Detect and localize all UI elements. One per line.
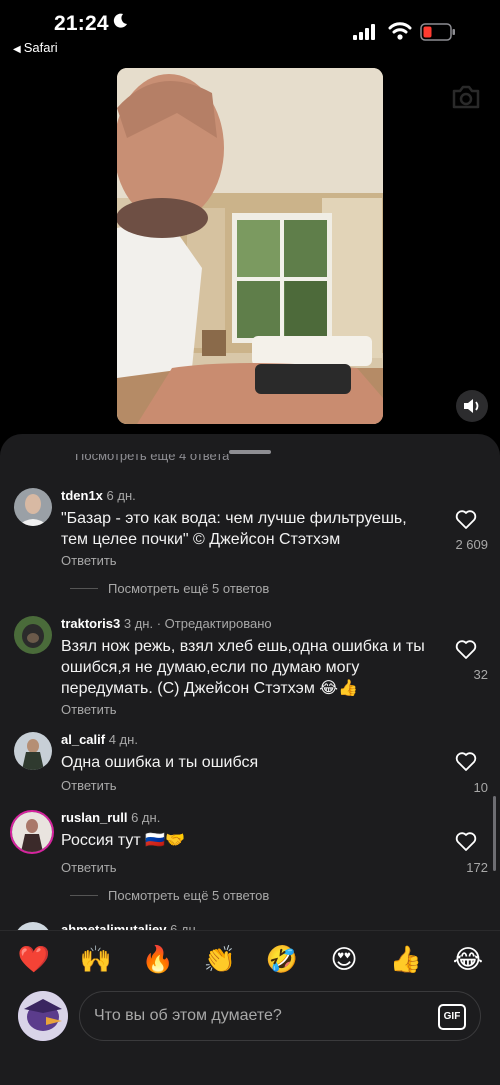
avatar-image [12, 812, 52, 852]
comment-header: al_calif 4 дн. [61, 732, 138, 747]
video-player[interactable] [117, 68, 383, 424]
reply-button[interactable]: Ответить [61, 860, 117, 875]
scrollbar[interactable] [493, 796, 496, 871]
comment-meta: 4 дн. [108, 732, 138, 747]
comment-username[interactable]: al_calif [61, 732, 105, 747]
reaction-heart-eyes[interactable]: 😍 [327, 943, 361, 977]
view-more-replies[interactable]: Посмотреть ещё 5 ответов [70, 888, 269, 903]
gif-button[interactable]: GIF [438, 1004, 466, 1030]
comment-header: ruslan_rull 6 дн. [61, 810, 160, 825]
speaker-icon [464, 399, 479, 413]
avatar-image [14, 732, 52, 770]
avatar[interactable] [14, 732, 52, 770]
divider [70, 895, 98, 896]
comment-header: tden1x 6 дн. [61, 488, 136, 503]
avatar[interactable] [14, 616, 52, 654]
comment-text: Взял нож режь, взял хлеб ешь,одна ошибка… [61, 638, 425, 697]
avatar[interactable] [14, 488, 52, 526]
sheet-grabber[interactable] [229, 450, 271, 454]
avatar-image [18, 991, 68, 1041]
moon-icon [113, 13, 127, 28]
reply-button[interactable]: Ответить [61, 778, 117, 793]
reaction-fire[interactable]: 🔥 [141, 943, 175, 977]
avatar-image [14, 488, 52, 526]
heart-icon[interactable] [455, 640, 477, 660]
reaction-clap[interactable]: 👏 [203, 943, 237, 977]
composer-panel: ❤️ 🙌 🔥 👏 🤣 😍 👍 😂 Что вы об этом думаете?… [0, 930, 500, 1085]
back-app-label: Safari [23, 40, 58, 55]
view-more-label: Посмотреть ещё 5 ответов [108, 888, 270, 903]
my-avatar [18, 991, 68, 1041]
quick-reactions: ❤️ 🙌 🔥 👏 🤣 😍 👍 😂 [0, 943, 500, 979]
view-more-label: Посмотреть ещё 5 ответов [108, 581, 270, 596]
comment-meta: 3 дн. · Отредактировано [123, 616, 272, 631]
reply-button[interactable]: Ответить [61, 553, 117, 568]
comment-header: traktoris3 3 дн. · Отредактировано [61, 616, 272, 631]
view-more-replies[interactable]: Посмотреть ещё 5 ответов [70, 581, 269, 596]
signal-icon [353, 24, 375, 40]
reaction-joy[interactable]: 😂 [451, 943, 485, 977]
battery-icon [420, 23, 455, 41]
video-frame [117, 68, 383, 424]
like-count: 10 [473, 780, 488, 795]
divider [70, 588, 98, 589]
view-more-replies-cut[interactable]: Посмотреть ещё 4 ответа [75, 454, 229, 464]
comment-text: Россия тут 🇷🇺🤝 [61, 832, 186, 849]
heart-icon[interactable] [455, 832, 477, 852]
comment-meta: 6 дн. [131, 810, 161, 825]
like-count: 172 [466, 860, 488, 875]
comment-text: "Базар - это как вода: чем лучше фильтру… [61, 510, 407, 548]
avatar-image [14, 616, 52, 654]
comment-username[interactable]: ruslan_rull [61, 810, 127, 825]
like-count: 2 609 [455, 537, 488, 552]
comment-username[interactable]: tden1x [61, 488, 103, 503]
like-count: 32 [473, 667, 488, 682]
comment-meta: 6 дн. [106, 488, 136, 503]
reply-button[interactable]: Ответить [61, 702, 117, 717]
comment-input-placeholder: Что вы об этом думаете? [94, 1007, 282, 1024]
status-time: 21:24 [54, 12, 109, 35]
reaction-raised-hands[interactable]: 🙌 [79, 943, 113, 977]
camera-icon[interactable] [450, 83, 482, 111]
heart-icon[interactable] [455, 752, 477, 772]
status-bar: 21:24 ◀ Safari [0, 0, 500, 62]
sound-button[interactable] [456, 390, 488, 422]
back-to-safari-button[interactable]: ◀ Safari [13, 40, 58, 55]
wifi-icon [388, 22, 412, 40]
reaction-heart[interactable]: ❤️ [17, 943, 51, 977]
back-arrow-icon: ◀ [13, 44, 21, 55]
reaction-thumbs-up[interactable]: 👍 [389, 943, 423, 977]
comment-text: Одна ошибка и ты ошибся [61, 754, 259, 771]
avatar[interactable] [10, 810, 54, 854]
heart-icon[interactable] [455, 510, 477, 530]
reaction-rofl[interactable]: 🤣 [265, 943, 299, 977]
comment-username[interactable]: traktoris3 [61, 616, 120, 631]
comment-input[interactable]: Что вы об этом думаете? GIF [79, 991, 481, 1041]
